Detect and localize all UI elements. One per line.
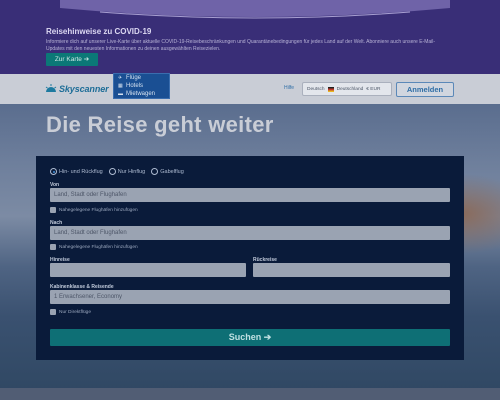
radio-multi-city-label: Gabelflug [160, 168, 184, 175]
radio-icon [151, 168, 159, 175]
radio-round-trip[interactable]: Hin- und Rückflug [50, 168, 103, 175]
search-button[interactable]: Suchen ➔ [50, 329, 450, 346]
return-date-input[interactable] [253, 263, 450, 277]
nearby-from-label: Nahegelegene Flughäfen hinzufügen [59, 207, 138, 213]
checkbox-icon [50, 207, 56, 213]
radio-selected-icon [50, 168, 57, 175]
checkbox-icon [50, 309, 56, 315]
radio-round-trip-label: Hin- und Rückflug [59, 168, 103, 175]
page-footer-strip [0, 388, 500, 400]
help-link[interactable]: Hilfe [284, 85, 294, 91]
banner-decoration [60, 0, 450, 19]
cabin-travellers-select[interactable]: 1 Erwachsener, Economy [50, 290, 450, 304]
hero-title: Die Reise geht weiter [46, 112, 274, 137]
nearby-from-checkbox[interactable]: Nahegelegene Flughäfen hinzufügen [50, 207, 138, 213]
locale-selector[interactable]: Deutsch Deutschland € EUR [302, 82, 392, 96]
to-input[interactable]: Land, Stadt oder Flughafen [50, 226, 450, 240]
trip-type-selector: Hin- und Rückflug Nur Hinflug Gabelflug [50, 168, 184, 175]
nav-hotels-label: Hotels [126, 83, 144, 89]
covid-banner: Reisehinweise zu COVID-19 Informiere dic… [0, 0, 500, 74]
checkbox-icon [50, 244, 56, 250]
nav-flights-label: Flüge [126, 75, 142, 81]
nav-cars[interactable]: ▬ Mietwagen [114, 90, 169, 98]
depart-date-input[interactable] [50, 263, 246, 277]
radio-icon [108, 168, 116, 175]
car-icon: ▬ [118, 91, 123, 97]
nav-hotels[interactable]: ▦ Hotels [114, 82, 169, 90]
nearby-to-label: Nahegelegene Flughäfen hinzufügen [59, 244, 138, 250]
radio-one-way[interactable]: Nur Hinflug [108, 168, 146, 175]
nearby-to-checkbox[interactable]: Nahegelegene Flughäfen hinzufügen [50, 244, 138, 250]
locale-country: Deutschland [336, 86, 364, 92]
covid-title: Reisehinweise zu COVID-19 [46, 27, 152, 36]
map-button[interactable]: Zur Karte ➔ [46, 53, 98, 66]
login-button[interactable]: Anmelden [396, 82, 454, 97]
nav-cars-label: Mietwagen [126, 91, 156, 97]
direct-only-checkbox[interactable]: Nur Direktflüge [50, 309, 91, 315]
radio-one-way-label: Nur Hinflug [117, 168, 146, 175]
locale-language: Deutsch [307, 86, 325, 92]
germany-flag-icon [327, 86, 334, 92]
radio-multi-city[interactable]: Gabelflug [151, 168, 184, 175]
product-nav: ✈ Flüge ▦ Hotels ▬ Mietwagen [113, 73, 170, 99]
sunrise-icon [45, 84, 59, 94]
covid-text: Informiere dich auf unserer Live-Karte ü… [46, 39, 436, 52]
from-input[interactable]: Land, Stadt oder Flughafen [50, 188, 450, 202]
hotel-icon: ▦ [118, 83, 123, 89]
plane-icon: ✈ [118, 75, 123, 81]
locale-currency: € EUR [366, 86, 381, 92]
nav-flights[interactable]: ✈ Flüge [114, 74, 169, 82]
direct-only-label: Nur Direktflüge [59, 309, 91, 315]
logo[interactable]: Skyscanner [45, 82, 109, 96]
logo-text: Skyscanner [59, 84, 109, 94]
